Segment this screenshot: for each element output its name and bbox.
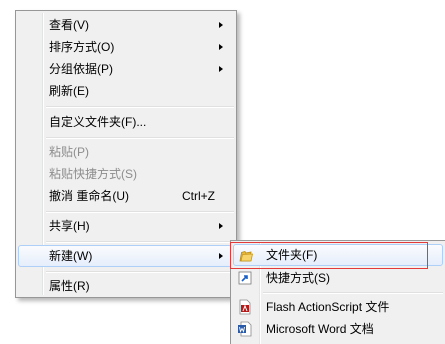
submenu-arrow-icon [219,66,223,72]
menu-item-label: 自定义文件夹(F)... [49,115,147,129]
menu-separator [46,241,234,243]
menu-separator [46,271,234,273]
submenu-item-new-shortcut[interactable]: 快捷方式(S) [233,267,443,289]
submenu-item-label: Flash ActionScript 文件 [266,300,390,314]
menu-item-label: 撤消 重命名(U) [49,189,129,203]
menu-item-label: 属性(R) [49,279,90,293]
menu-separator [46,106,234,108]
submenu-item-new-folder[interactable]: 文件夹(F) [233,244,443,266]
menu-item-refresh[interactable]: 刷新(E) [18,80,234,102]
submenu-arrow-icon [219,44,223,50]
menu-item-properties[interactable]: 属性(R) [18,275,234,297]
menu-item-label: 共享(H) [49,219,90,233]
menu-item-label: 新建(W) [49,249,93,263]
menu-item-label: 查看(V) [49,18,89,32]
menu-item-undo-rename[interactable]: 撤消 重命名(U) Ctrl+Z [18,185,234,207]
menu-item-group-by[interactable]: 分组依据(P) [18,58,234,80]
menu-item-label: 粘贴快捷方式(S) [49,167,137,181]
menu-item-sort-by[interactable]: 排序方式(O) [18,36,234,58]
menu-item-view[interactable]: 查看(V) [18,14,234,36]
menu-item-label: 刷新(E) [49,84,89,98]
new-submenu: 文件夹(F) 快捷方式(S) Flash ActionScript 文件 Mic… [230,240,445,344]
menu-item-label: 粘贴(P) [49,145,89,159]
desktop-context-menu: 查看(V) 排序方式(O) 分组依据(P) 刷新(E) 自定义文件夹(F)...… [15,10,237,298]
submenu-item-new-word-document[interactable]: Microsoft Word 文档 [233,318,443,340]
menu-item-share[interactable]: 共享(H) [18,215,234,237]
menu-item-label: 分组依据(P) [49,62,113,76]
submenu-arrow-icon [219,223,223,229]
menu-separator [263,292,443,294]
menu-item-paste-shortcut: 粘贴快捷方式(S) [18,163,234,185]
menu-item-label: 排序方式(O) [49,40,115,54]
menu-separator [46,137,234,139]
submenu-arrow-icon [219,253,223,259]
keyboard-shortcut: Ctrl+Z [182,189,215,203]
submenu-item-label: 文件夹(F) [266,248,318,262]
submenu-item-new-flash-actionscript[interactable]: Flash ActionScript 文件 [233,296,443,318]
submenu-arrow-icon [219,22,223,28]
menu-item-paste: 粘贴(P) [18,141,234,163]
menu-separator [46,211,234,213]
menu-item-new[interactable]: 新建(W) [18,245,234,267]
folder-icon [238,248,254,264]
menu-item-customize-folder[interactable]: 自定义文件夹(F)... [18,111,234,133]
submenu-item-label: 快捷方式(S) [266,271,330,285]
flash-actionscript-file-icon [237,299,253,315]
shortcut-icon [237,270,253,286]
submenu-item-label: Microsoft Word 文档 [266,322,374,336]
word-document-icon [237,321,253,337]
